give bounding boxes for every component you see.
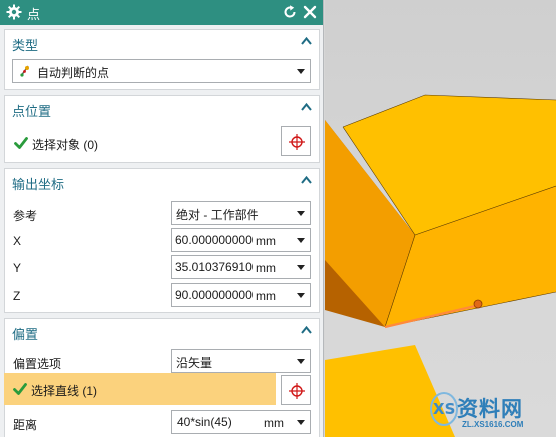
z-value[interactable]: 90.0000000000 — [175, 288, 253, 302]
z-unit: mm — [256, 289, 276, 303]
type-group: 类型 自动判断的点 — [4, 29, 320, 90]
output-coords-group: 输出坐标 参考 绝对 - 工作部件 X 60.0000000000 mm Y 3… — [4, 168, 320, 313]
y-unit: mm — [256, 261, 276, 275]
select-line-label[interactable]: 选择直线 (1) — [31, 382, 97, 399]
chevron-down-icon[interactable] — [297, 293, 305, 298]
y-coordinate-field[interactable]: 35.0103769100 mm — [171, 255, 311, 279]
x-value[interactable]: 60.0000000000 — [175, 233, 253, 247]
graphics-viewport[interactable]: XS 资料网 ZL.XS1616.COM — [325, 0, 556, 437]
chevron-down-icon — [297, 211, 305, 216]
crosshair-icon — [289, 134, 305, 150]
y-value[interactable]: 35.0103769100 — [175, 260, 253, 274]
chevron-up-icon[interactable] — [301, 175, 312, 185]
chevron-up-icon[interactable] — [301, 36, 312, 46]
crosshair-icon — [289, 383, 305, 399]
watermark-text: 资料网 — [457, 398, 523, 421]
point-location-group: 点位置 选择对象 (0) — [4, 95, 320, 163]
check-icon — [14, 137, 28, 149]
point-marker[interactable] — [473, 299, 483, 309]
svg-text:XS: XS — [433, 400, 455, 418]
reset-icon[interactable] — [282, 4, 298, 20]
offset-title: 偏置 — [12, 327, 39, 342]
z-coordinate-field[interactable]: 90.0000000000 mm — [171, 283, 311, 307]
watermark-url: ZL.XS1616.COM — [462, 420, 524, 429]
watermark: XS 资料网 ZL.XS1616.COM — [428, 383, 554, 435]
type-select[interactable]: 自动判断的点 — [12, 59, 311, 83]
vector-dialog-button[interactable] — [281, 375, 311, 405]
distance-label: 距离 — [13, 418, 38, 432]
check-icon — [13, 383, 27, 395]
close-icon[interactable] — [302, 4, 318, 20]
chevron-up-icon[interactable] — [301, 325, 312, 335]
select-object-label[interactable]: 选择对象 (0) — [32, 136, 98, 153]
z-label: Z — [13, 289, 21, 303]
chevron-down-icon[interactable] — [297, 238, 305, 243]
chevron-down-icon[interactable] — [297, 420, 305, 425]
point-dialog: 点 类型 自动判断的点 点位置 选择对象 (0) 输出坐标 参考 绝对 - 工作… — [0, 0, 324, 437]
point-location-title: 点位置 — [12, 104, 52, 119]
point-dialog-button[interactable] — [281, 126, 311, 156]
dialog-titlebar[interactable]: 点 — [0, 0, 323, 25]
chevron-down-icon — [297, 359, 305, 364]
chevron-down-icon — [297, 69, 305, 74]
offset-option-label: 偏置选项 — [13, 357, 62, 371]
distance-unit: mm — [264, 416, 284, 430]
type-select-value: 自动判断的点 — [37, 66, 110, 80]
dialog-title: 点 — [27, 7, 41, 22]
chevron-down-icon[interactable] — [297, 265, 305, 270]
x-unit: mm — [256, 234, 276, 248]
gear-icon[interactable] — [6, 4, 22, 20]
reference-select-value: 绝对 - 工作部件 — [176, 208, 259, 222]
select-line-row[interactable]: 选择直线 (1) — [4, 373, 276, 405]
distance-field[interactable]: 40*sin(45) mm — [171, 410, 311, 434]
offset-header[interactable]: 偏置 — [5, 319, 319, 342]
distance-value[interactable]: 40*sin(45) — [177, 415, 255, 429]
y-label: Y — [13, 261, 22, 275]
reference-label: 参考 — [13, 209, 38, 223]
offset-option-select[interactable]: 沿矢量 — [171, 349, 311, 373]
reference-select[interactable]: 绝对 - 工作部件 — [171, 201, 311, 225]
x-label: X — [13, 234, 22, 248]
type-group-title: 类型 — [12, 38, 39, 53]
inferred-point-icon — [20, 65, 29, 77]
output-coords-header[interactable]: 输出坐标 — [5, 169, 319, 192]
x-coordinate-field[interactable]: 60.0000000000 mm — [171, 228, 311, 252]
chevron-up-icon[interactable] — [301, 102, 312, 112]
watermark-logo-icon: XS — [430, 392, 458, 426]
output-coords-title: 输出坐标 — [12, 177, 65, 192]
part-model — [325, 94, 556, 437]
type-group-header[interactable]: 类型 — [5, 30, 319, 53]
point-location-header[interactable]: 点位置 — [5, 96, 319, 119]
offset-option-value: 沿矢量 — [176, 356, 213, 370]
